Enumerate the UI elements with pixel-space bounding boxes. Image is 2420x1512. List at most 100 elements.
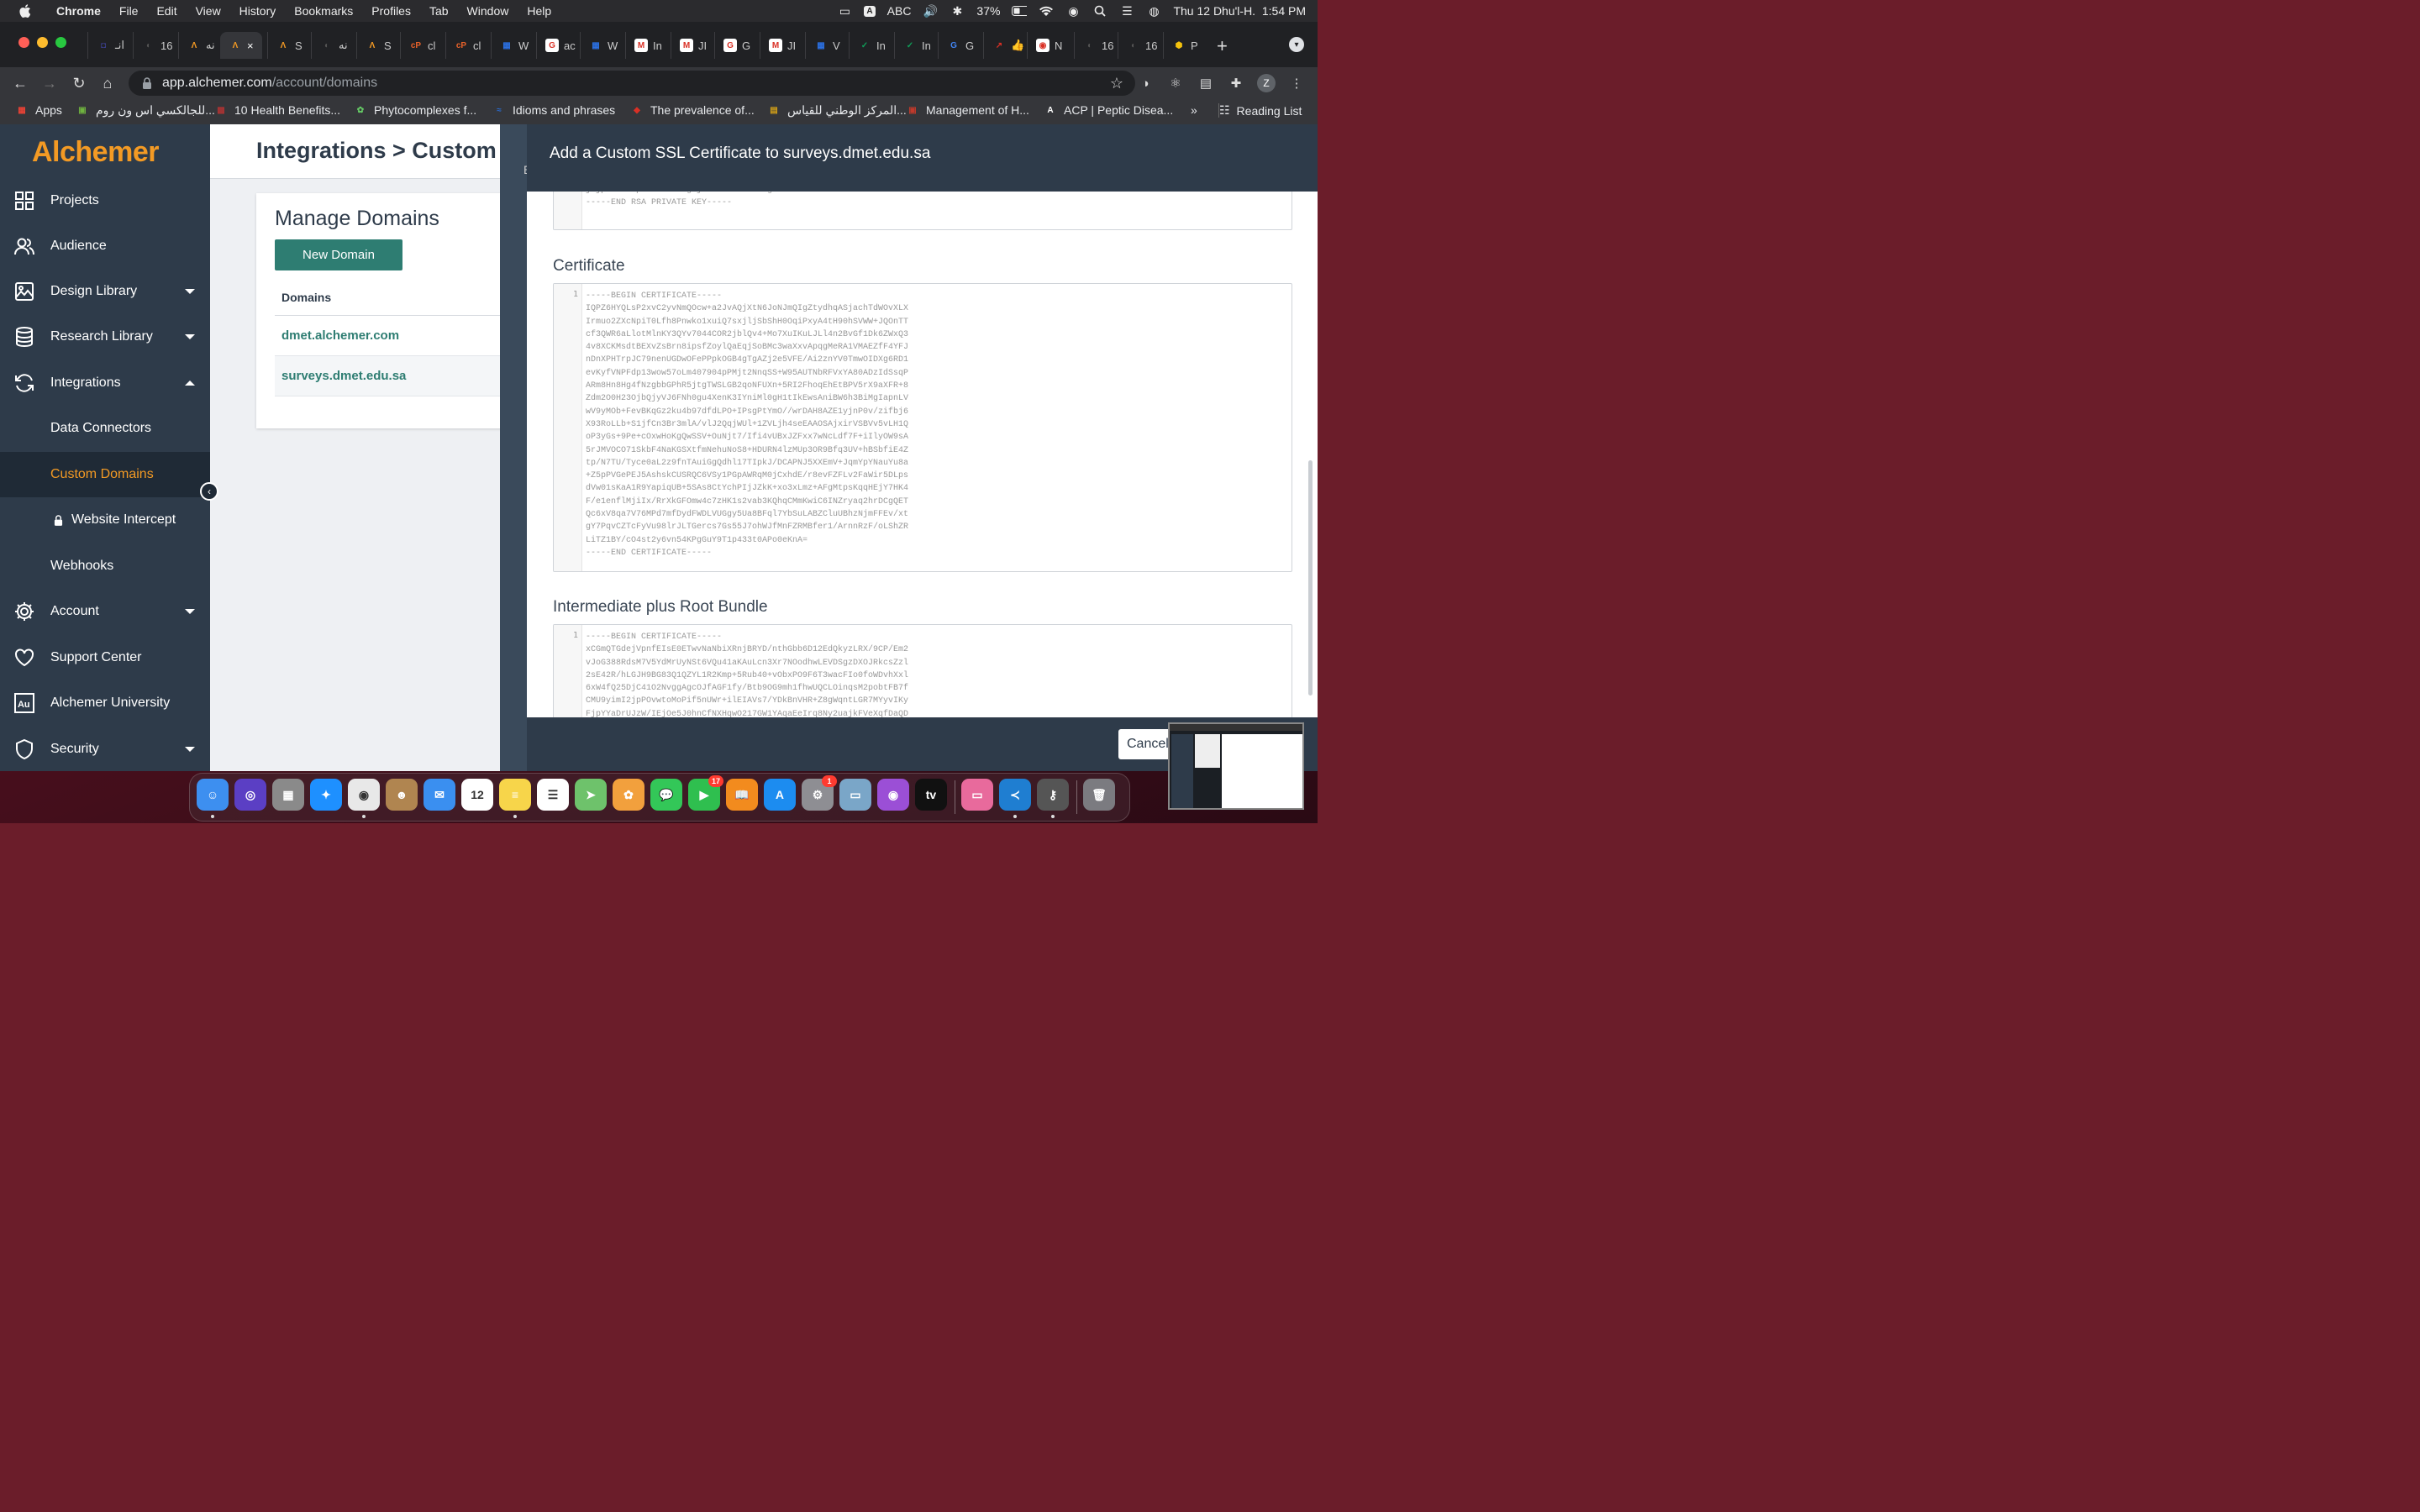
- vscode-icon[interactable]: ≺: [998, 778, 1031, 811]
- folder-icon[interactable]: ▭: [960, 778, 993, 811]
- sidebar-item-data-connectors[interactable]: Data Connectors: [0, 406, 210, 451]
- browser-tab[interactable]: GG: [937, 31, 980, 59]
- browser-tab[interactable]: Λ نه: [177, 31, 220, 59]
- browser-tab[interactable]: ◐ 16: [1073, 31, 1116, 59]
- mail-icon[interactable]: ✉: [423, 778, 455, 811]
- browser-tab[interactable]: ↗ 👍: [982, 31, 1025, 59]
- menu-history[interactable]: History: [230, 4, 286, 18]
- sidebar-item-design-library[interactable]: Design Library: [0, 269, 210, 314]
- panel-scrollbar[interactable]: [1307, 459, 1313, 696]
- bookmarks-overflow-button[interactable]: »: [1191, 103, 1197, 117]
- launchpad-icon[interactable]: ▦: [271, 778, 304, 811]
- extension-sync-icon[interactable]: ◑: [1136, 74, 1155, 92]
- zoom-window-button[interactable]: [55, 36, 66, 48]
- address-bar[interactable]: app.alchemer.com/account/domains ☆: [128, 70, 1135, 96]
- menu-profiles[interactable]: Profiles: [362, 4, 420, 18]
- private-key-editor[interactable]: jwjpzwdwmxpszsbzt7nrgxj0ExncAzEbmrv7gs00…: [552, 191, 1292, 230]
- profile-avatar[interactable]: Z: [1256, 73, 1276, 92]
- browser-tab[interactable]: cP cl: [445, 31, 487, 59]
- browser-tab[interactable]: ▦ V: [804, 31, 847, 59]
- spotlight-search-icon[interactable]: [1092, 5, 1107, 17]
- facetime-icon[interactable]: ▶ 17: [687, 774, 723, 811]
- sidebar-item-support-center[interactable]: Support Center: [0, 635, 210, 680]
- menu-tab[interactable]: Tab: [420, 4, 458, 18]
- system-preferences-icon[interactable]: ⚙ 1: [801, 774, 837, 811]
- sidebar-item-audience[interactable]: Audience: [0, 223, 210, 269]
- new-tab-button[interactable]: +: [1217, 35, 1228, 57]
- input-source-icon[interactable]: A: [864, 5, 876, 17]
- bookmark-item[interactable]: ▣ Management of H...: [906, 103, 1029, 117]
- bookmark-item[interactable]: ▤ المركز الوطني للقياس...: [767, 103, 907, 118]
- new-domain-button[interactable]: New Domain: [274, 239, 402, 270]
- sidebar-item-custom-domains[interactable]: Custom Domains: [0, 451, 210, 497]
- chevron-down-icon[interactable]: [184, 746, 195, 752]
- battery-icon[interactable]: [1012, 5, 1028, 17]
- reading-list-button[interactable]: ☷ Reading List: [1218, 102, 1302, 118]
- siri-icon[interactable]: ◎: [234, 778, 266, 811]
- keychain-icon[interactable]: ⚷: [1036, 778, 1069, 811]
- chrome-icon[interactable]: ◉: [347, 778, 380, 811]
- menu-bookmarks[interactable]: Bookmarks: [285, 4, 362, 18]
- reload-icon[interactable]: ↻: [70, 74, 88, 92]
- browser-tab[interactable]: ▦ W: [490, 31, 533, 59]
- sidebar-item-website-intercept[interactable]: Website Intercept: [0, 497, 210, 543]
- sidebar-item-integrations[interactable]: Integrations: [0, 360, 210, 406]
- bookmark-item[interactable]: ◆ The prevalence of...: [630, 103, 755, 117]
- home-icon[interactable]: ⌂: [98, 74, 117, 92]
- bookmark-item[interactable]: ▦ Apps: [15, 103, 62, 117]
- bluetooth-icon[interactable]: ✱: [950, 3, 965, 17]
- sidebar-item-projects[interactable]: Projects: [0, 178, 210, 223]
- browser-tab[interactable]: ✓ In: [893, 31, 936, 59]
- browser-tab[interactable]: ✓ In: [848, 31, 891, 59]
- reminders-icon[interactable]: ☰: [536, 778, 569, 811]
- bookmark-item[interactable]: ✿ Phytocomplexes f...: [354, 103, 476, 117]
- chevron-down-icon[interactable]: [184, 608, 195, 614]
- contacts-icon[interactable]: ☻: [385, 778, 418, 811]
- sidebar-item-account[interactable]: Account: [0, 589, 210, 634]
- browser-tab[interactable]: ◐ نه: [310, 31, 353, 59]
- finder-icon[interactable]: ☺: [196, 778, 229, 811]
- books-icon[interactable]: 📖: [725, 778, 758, 811]
- domain-link[interactable]: surveys.dmet.edu.sa: [274, 355, 508, 396]
- browser-tab[interactable]: ◘ انـ: [87, 31, 129, 59]
- volume-icon[interactable]: 🔊: [923, 3, 938, 17]
- notes-icon[interactable]: ≡: [498, 778, 531, 811]
- calendar-icon[interactable]: 12: [460, 778, 493, 811]
- extension-react-icon[interactable]: ⚛: [1166, 74, 1185, 92]
- bookmark-item[interactable]: A ACP | Peptic Disea...: [1044, 103, 1173, 117]
- menu-view[interactable]: View: [187, 4, 230, 18]
- browser-tab[interactable]: GG: [713, 31, 756, 59]
- tab-search-button[interactable]: ▾: [1288, 36, 1304, 52]
- chevron-up-icon[interactable]: [184, 380, 195, 386]
- control-center-icon[interactable]: ☰: [1119, 3, 1134, 17]
- back-arrow-icon[interactable]: ←: [11, 74, 29, 92]
- bookmark-item[interactable]: ▩ 10 Health Benefits...: [214, 103, 340, 117]
- bookmark-item[interactable]: ≈ Idioms and phrases: [492, 103, 615, 117]
- browser-tab[interactable]: ΛS: [266, 31, 309, 59]
- bookmark-star-icon[interactable]: ☆: [1110, 75, 1123, 92]
- sidebar-item-security[interactable]: Security: [0, 727, 210, 771]
- alchemer-logo[interactable]: Alchemer: [32, 136, 159, 169]
- safari-icon[interactable]: ✦: [309, 778, 342, 811]
- browser-tab[interactable]: ΛS: [355, 31, 398, 59]
- apple-logo-icon[interactable]: [17, 3, 34, 19]
- browser-tab[interactable]: M JI: [759, 31, 802, 59]
- sidebar-item-alchemer-university[interactable]: Au Alchemer University: [0, 680, 210, 726]
- menu-app-name[interactable]: Chrome: [47, 4, 110, 18]
- browser-tab[interactable]: Gac: [535, 31, 578, 59]
- browser-tab[interactable]: ◐ 16: [132, 31, 175, 59]
- input-source-label[interactable]: ABC: [887, 4, 912, 18]
- appletv-icon[interactable]: tv: [914, 778, 947, 811]
- menu-window[interactable]: Window: [458, 4, 518, 18]
- sidebar-item-webhooks[interactable]: Webhooks: [0, 543, 210, 589]
- bookmark-item[interactable]: ▣ للجالكسي اس ون روم...: [76, 103, 215, 118]
- menu-help[interactable]: Help: [518, 4, 560, 18]
- clock[interactable]: Thu 12 Dhu'l-H. 1:54 PM: [1173, 4, 1306, 18]
- close-window-button[interactable]: [18, 36, 29, 48]
- extension-page-icon[interactable]: ▤: [1197, 74, 1215, 92]
- podcasts-icon[interactable]: ◉: [876, 778, 909, 811]
- tab-active[interactable]: Λ ×: [219, 31, 262, 59]
- menu-file[interactable]: File: [110, 4, 148, 18]
- bundle-editor[interactable]: 1 -----BEGIN CERTIFICATE----- xCGmQTGdej…: [552, 623, 1292, 717]
- minimize-window-button[interactable]: [36, 36, 48, 48]
